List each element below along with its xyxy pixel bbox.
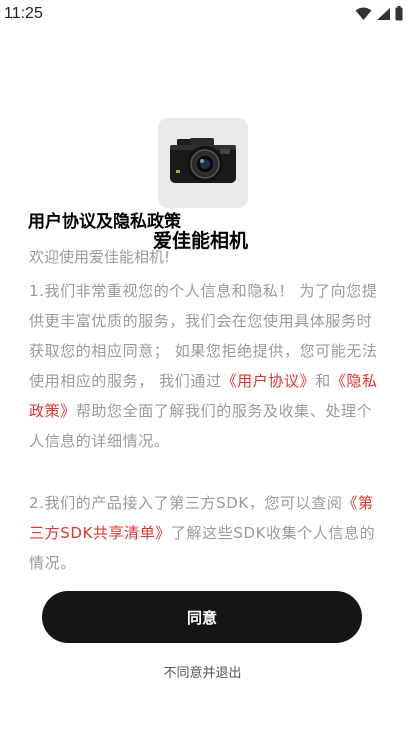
privacy-notice-paragraph-1: 1.我们非常重视您的个人信息和隐私！ 为了向您提供更丰富优质的服务，我们会在您使… bbox=[29, 276, 381, 456]
status-icons bbox=[355, 6, 403, 21]
agree-button[interactable]: 同意 bbox=[42, 591, 362, 643]
cellular-signal-icon bbox=[377, 7, 390, 20]
paragraph-2-text-a: 2.我们的产品接入了第三方SDK，您可以查阅 bbox=[29, 494, 343, 512]
battery-icon bbox=[395, 6, 403, 21]
paragraph-1-text-b: 和 bbox=[315, 372, 331, 390]
app-logo-camera-icon bbox=[158, 118, 248, 208]
disagree-and-exit-link[interactable]: 不同意并退出 bbox=[0, 662, 405, 681]
status-time: 11:25 bbox=[4, 5, 43, 22]
user-agreement-link[interactable]: 《用户协议》 bbox=[222, 372, 316, 390]
welcome-text: 欢迎使用爱佳能相机! bbox=[29, 248, 171, 266]
privacy-notice-paragraph-2: 2.我们的产品接入了第三方SDK，您可以查阅《第三方SDK共享清单》了解这些SD… bbox=[29, 488, 381, 578]
wifi-icon bbox=[355, 7, 372, 20]
paragraph-1-text-c: 帮助您全面了解我们的服务及收集、处理个人信息的详细情况。 bbox=[29, 402, 373, 450]
status-bar: 11:25 bbox=[0, 0, 409, 28]
